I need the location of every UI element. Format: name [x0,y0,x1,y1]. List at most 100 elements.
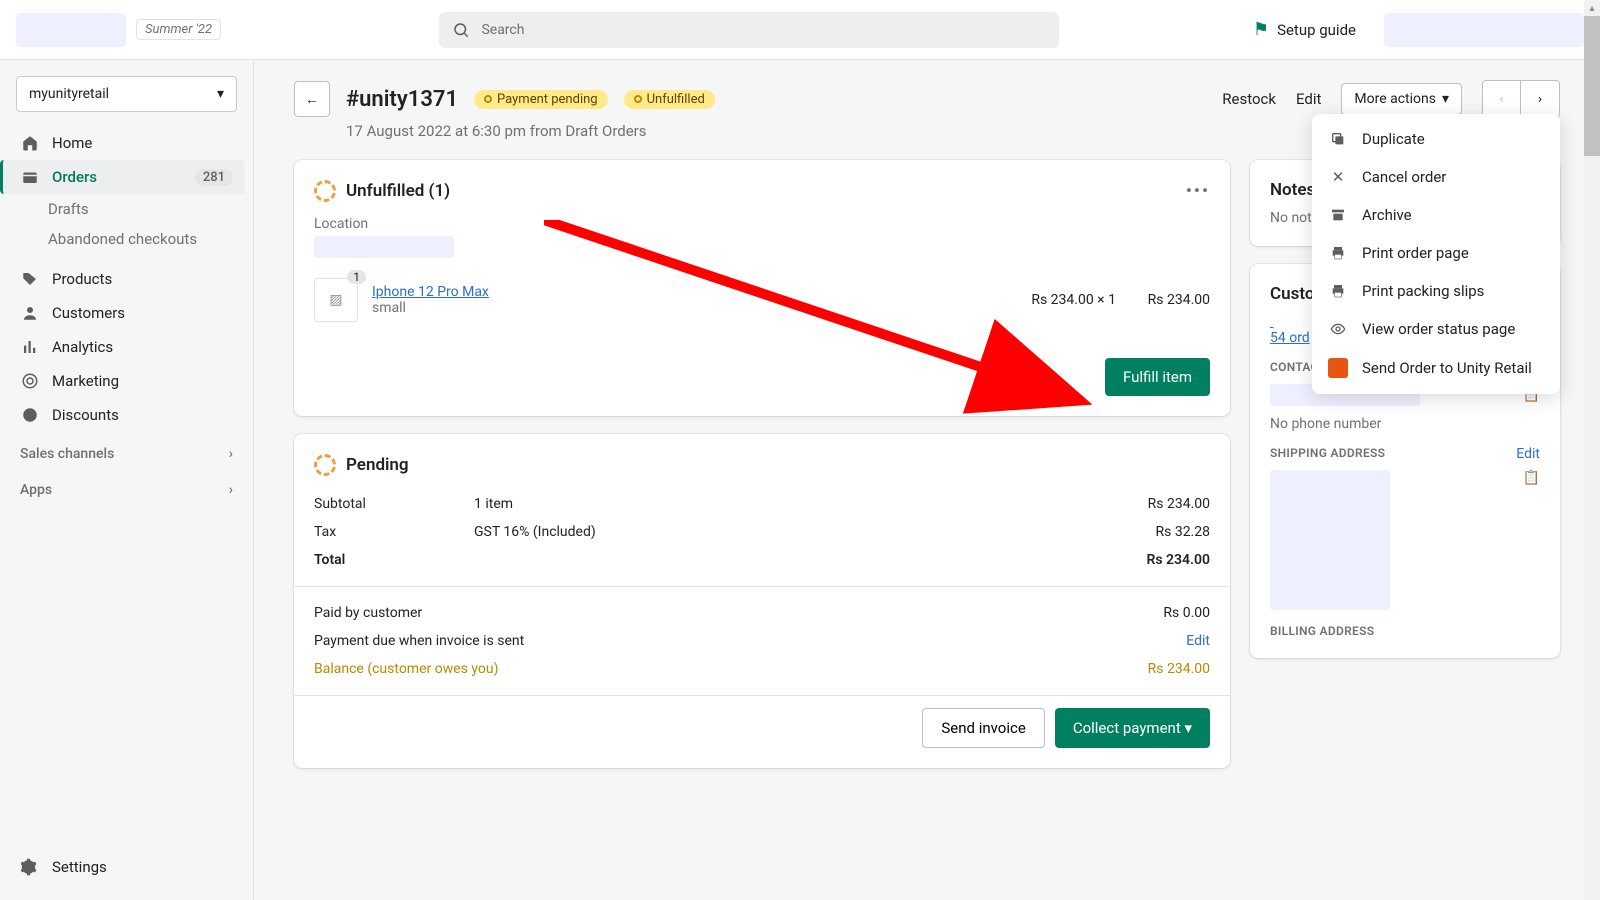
tax-value: Rs 32.28 [1156,524,1211,540]
nav-settings[interactable]: Settings [8,850,245,884]
more-actions-label: More actions [1354,91,1436,107]
nav-analytics[interactable]: Analytics [8,330,245,364]
dropdown-send-unity-label: Send Order to Unity Retail [1362,359,1532,377]
card-more-icon[interactable]: ••• [1186,181,1210,201]
orders-count-badge: 281 [195,169,233,186]
order-pager: ‹ › [1482,80,1560,118]
search-icon [451,20,471,40]
subtotal-label: Subtotal [314,496,474,512]
balance-value: Rs 234.00 [1148,661,1210,677]
sidebar: myunityretail ▾ Home Orders 281 Drafts A… [0,60,254,900]
pending-title: Pending [346,455,409,475]
search-placeholder: Search [481,22,524,38]
dropdown-duplicate-label: Duplicate [1362,130,1425,148]
subtotal-value: Rs 234.00 [1148,496,1210,512]
tax-label: Tax [314,524,474,540]
gear-icon [20,857,40,877]
scrollbar-thumb[interactable] [1584,16,1600,156]
nav-analytics-label: Analytics [52,338,113,356]
nav-abandoned[interactable]: Abandoned checkouts [8,224,245,254]
status-dot-icon [634,95,642,103]
flag-icon: ⚑ [1253,19,1269,40]
unfulfilled-title: Unfulfilled (1) [346,181,450,201]
nav-products[interactable]: Products [8,262,245,296]
nav-orders[interactable]: Orders 281 [0,160,245,194]
summer-badge: Summer '22 [136,19,221,40]
topbar: Summer '22 Search ⚑ Setup guide [0,0,1600,60]
print-icon [1328,245,1348,261]
search-input[interactable]: Search [439,12,1059,48]
dropdown-duplicate[interactable]: Duplicate [1312,120,1560,158]
discounts-icon [20,405,40,425]
store-selector[interactable]: myunityretail ▾ [16,76,237,112]
nav-discounts[interactable]: Discounts [8,398,245,432]
collect-payment-button[interactable]: Collect payment ▾ [1055,708,1210,748]
location-value [314,236,454,258]
nav-discounts-label: Discounts [52,406,119,424]
total-label: Total [314,552,474,568]
payment-badge-label: Payment pending [497,92,598,107]
order-header: ← #unity1371 Payment pending Unfulfilled… [294,80,1560,118]
scrollbar[interactable]: ▴ [1584,0,1600,900]
fulfillment-status-badge: Unfulfilled [624,90,715,109]
fulfill-item-button[interactable]: Fulfill item [1105,358,1210,396]
dropdown-print-packing[interactable]: Print packing slips [1312,272,1560,310]
qty-badge: 1 [347,270,366,284]
pending-card: Pending Subtotal 1 item Rs 234.00 Tax GS… [294,434,1230,768]
next-order-button[interactable]: › [1521,81,1559,117]
nav-sales-channels-label: Sales channels [20,446,114,462]
dropdown-print-order[interactable]: Print order page [1312,234,1560,272]
chevron-left-icon: ‹ [1499,92,1503,107]
store-name: myunityretail [29,86,109,102]
product-thumbnail[interactable]: ▨ [314,278,358,322]
nav-home-label: Home [52,134,92,152]
nav-drafts[interactable]: Drafts [8,194,245,224]
nav-apps[interactable]: Apps › [8,468,245,504]
shipping-edit-link[interactable]: Edit [1516,446,1540,462]
logo-placeholder [16,13,126,47]
arrow-left-icon: ← [305,91,319,108]
nav-sales-channels[interactable]: Sales channels › [8,432,245,468]
prev-order-button[interactable]: ‹ [1483,81,1521,117]
nav-settings-label: Settings [52,858,107,876]
main-content: ← #unity1371 Payment pending Unfulfilled… [254,60,1600,900]
restock-action[interactable]: Restock [1222,90,1276,108]
nav-apps-label: Apps [20,482,52,498]
line-price: Rs 234.00 [1130,292,1210,308]
marketing-icon [20,371,40,391]
chevron-right-icon: › [1538,92,1542,107]
caret-down-icon: ▾ [1184,719,1192,737]
shipping-address [1270,470,1390,610]
balance-label: Balance (customer owes you) [314,661,1148,677]
setup-guide-link[interactable]: ⚑ Setup guide [1253,19,1356,40]
logo-area: Summer '22 [16,13,246,47]
dropdown-send-unity[interactable]: Send Order to Unity Retail [1312,348,1560,388]
payment-due-edit[interactable]: Edit [1186,633,1210,649]
edit-action[interactable]: Edit [1296,90,1321,108]
product-name-link[interactable]: Iphone 12 Pro Max [372,284,489,300]
dropdown-print-order-label: Print order page [1362,244,1469,262]
clipboard-icon[interactable]: 📋 [1523,470,1540,486]
scroll-up-button[interactable]: ▴ [1584,0,1600,16]
fulfillment-badge-label: Unfulfilled [647,92,705,107]
dropdown-print-packing-label: Print packing slips [1362,282,1484,300]
header-actions: Restock Edit More actions ▾ ‹ › [1222,80,1560,118]
dropdown-view-status[interactable]: View order status page [1312,310,1560,348]
dropdown-cancel[interactable]: ✕ Cancel order [1312,158,1560,196]
more-actions-button[interactable]: More actions ▾ [1341,83,1462,115]
nav-marketing[interactable]: Marketing [8,364,245,398]
user-menu[interactable] [1384,13,1584,47]
nav-home[interactable]: Home [8,126,245,160]
caret-down-icon: ▾ [1442,91,1449,107]
nav-customers[interactable]: Customers [8,296,245,330]
setup-guide-label: Setup guide [1277,21,1356,39]
send-invoice-button[interactable]: Send invoice [922,708,1044,748]
back-button[interactable]: ← [294,81,330,117]
paid-value: Rs 0.00 [1163,605,1210,621]
location-label: Location [314,216,1210,232]
dropdown-archive[interactable]: Archive [1312,196,1560,234]
payment-status-badge: Payment pending [474,90,608,109]
duplicate-icon [1328,131,1348,147]
billing-label: BILLING ADDRESS [1270,624,1374,638]
dropdown-cancel-label: Cancel order [1362,168,1446,186]
